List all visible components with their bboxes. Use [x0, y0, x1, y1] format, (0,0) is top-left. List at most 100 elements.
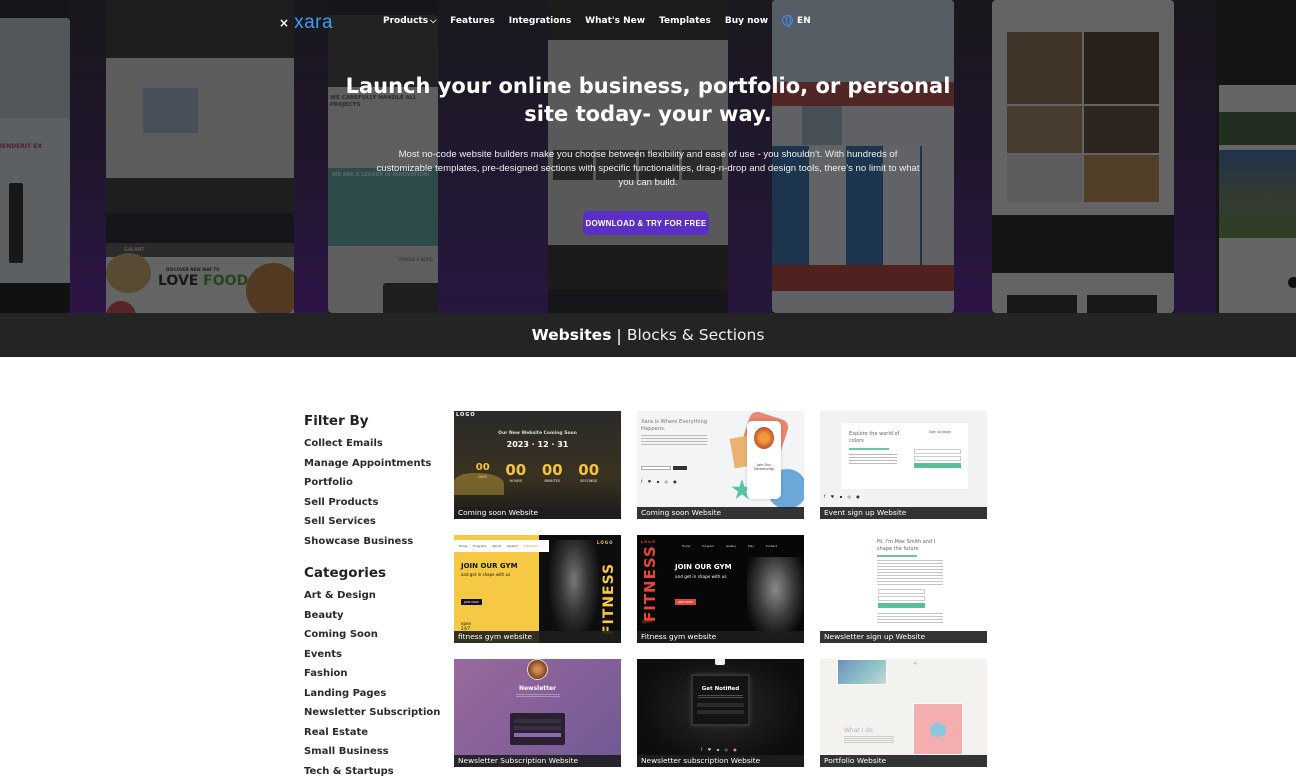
template-card[interactable]: Join Our Community Xara is Where Everyth…: [637, 411, 804, 519]
thumb-open: open 24/7: [461, 621, 471, 631]
thumb-logo: LOGO: [641, 540, 656, 544]
thumb-nav: Home Programs About Contact JOIN NOW: [454, 540, 549, 552]
thumb-heading: Our New Website Coming Soon: [498, 431, 577, 436]
nav-templates[interactable]: Templates: [659, 16, 711, 26]
template-thumbnail: LOGO Home Program Gallery Plan Contact FITNE…: [637, 535, 804, 643]
nav-products[interactable]: Products ⌵: [383, 16, 436, 26]
template-type-tabs: Websites | Blocks & Sections: [0, 313, 1296, 357]
template-card-label: Fitness gym website: [637, 631, 804, 643]
thumb-card-text: Join Our Community: [753, 463, 775, 471]
category-beauty[interactable]: Beauty: [304, 606, 444, 626]
nav-integrations[interactable]: Integrations: [509, 16, 571, 26]
language-label: EN: [797, 15, 811, 26]
thumb-button: JOIN NOW: [675, 599, 696, 605]
thumb-logo: LOGO: [597, 540, 614, 545]
template-card[interactable]: Newsletter Newsletter Subscription Websi…: [454, 659, 621, 767]
category-events[interactable]: Events: [304, 645, 444, 665]
download-try-free-button[interactable]: DOWNLOAD & TRY FOR FREE: [583, 211, 709, 235]
template-card[interactable]: LOGO Our New Website Coming Soon 2023 · …: [454, 411, 621, 519]
categories-heading: Categories: [304, 565, 387, 581]
category-small-business[interactable]: Small Business: [304, 742, 444, 762]
category-newsletter-subscription[interactable]: Newsletter Subscription: [304, 703, 444, 723]
template-thumbnail: Explore the world of colors Sign up toda…: [820, 411, 987, 519]
filter-collect-emails[interactable]: Collect Emails: [304, 434, 444, 454]
thumb-heading: Get Notified: [701, 686, 740, 692]
category-landing-pages[interactable]: Landing Pages: [304, 684, 444, 704]
thumb-sub: and get in shape with us: [461, 572, 511, 577]
category-real-estate[interactable]: Real Estate: [304, 723, 444, 743]
globe-icon: [782, 15, 794, 27]
thumb-button: JOIN NOW: [461, 599, 482, 605]
xara-logo[interactable]: × xara: [279, 12, 333, 34]
category-tech-startups[interactable]: Tech & Startups: [304, 762, 444, 782]
hero-title: Launch your online business, portfolio, …: [300, 72, 996, 128]
filter-by-heading: Filter By: [304, 413, 369, 429]
thumb-heading: JOIN OUR GYM: [675, 563, 732, 571]
template-card[interactable]: Explore the world of colors Sign up toda…: [820, 411, 987, 519]
template-thumbnail: Newsletter: [454, 659, 621, 767]
filter-showcase-business[interactable]: Showcase Business: [304, 532, 444, 552]
template-thumbnail: Hi, I'm Max Smith and I shape the future: [820, 535, 987, 643]
template-card-label: Event sign up Website: [820, 507, 987, 519]
envelope-icon: [715, 659, 725, 665]
template-thumbnail: Get Notified f ♥ ▪ ◎ ●: [637, 659, 804, 767]
thumb-side-text: FITNESS: [641, 545, 659, 622]
filter-sell-products[interactable]: Sell Products: [304, 493, 444, 513]
hero-title-line-2: site today- your way.: [524, 102, 772, 126]
template-thumbnail: ✛ What I do.: [820, 659, 987, 767]
thumb-heading: What I do.: [844, 727, 875, 734]
template-card[interactable]: ✛ What I do. Portfolio Website: [820, 659, 987, 767]
filter-manage-appointments[interactable]: Manage Appointments: [304, 454, 444, 474]
thumb-heading: Hi, I'm Max Smith and I shape the future: [877, 539, 936, 552]
thumb-heading: Explore the world of colors: [849, 431, 900, 444]
thumb-sub: and get in shape with us: [675, 574, 727, 579]
nav-products-label: Products: [383, 15, 429, 26]
template-thumbnail: Home Programs About Contact JOIN NOW JOIN OU…: [454, 535, 621, 643]
thumb-heading: Xara is Where Everything Happens.: [641, 419, 708, 432]
template-card-label: Newsletter Subscription Website: [454, 755, 621, 767]
thumb-date: 2023 · 12 · 31: [506, 440, 569, 449]
countdown-hours: 00 HOURS: [505, 461, 527, 483]
tab-blocks-sections[interactable]: Blocks & Sections: [627, 326, 765, 344]
thumb-side-text: FITNESS: [601, 562, 617, 635]
tab-separator: |: [616, 325, 622, 345]
filter-sidebar: Filter By Collect Emails Manage Appointm…: [304, 413, 444, 781]
hero-description: Most no-code website builders make you c…: [376, 149, 920, 188]
thumb-nav: Home Program Gallery Plan Contact: [682, 544, 777, 548]
nav-features[interactable]: Features: [450, 16, 495, 26]
xara-logo-icon: ×: [279, 16, 290, 30]
category-art-design[interactable]: Art & Design: [304, 586, 444, 606]
xara-logo-text: xara: [294, 12, 334, 33]
category-coming-soon[interactable]: Coming Soon: [304, 625, 444, 645]
hero-section: HENDERIT EX GALANT DISCOVER NEW WAY TO L…: [0, 0, 1296, 313]
template-card[interactable]: Hi, I'm Max Smith and I shape the future…: [820, 535, 987, 643]
thumb-form-title: Sign up today: [928, 430, 952, 434]
top-navbar: × xara Products ⌵ Features Integrations W…: [0, 0, 1296, 44]
filter-sell-services[interactable]: Sell Services: [304, 512, 444, 532]
template-card[interactable]: Home Programs About Contact JOIN NOW JOIN OU…: [454, 535, 621, 643]
countdown-seconds: 00 SECONDS: [578, 461, 600, 483]
template-thumbnail: Join Our Community Xara is Where Everyth…: [637, 411, 804, 519]
hero-title-line-1: Launch your online business, portfolio, …: [345, 74, 951, 98]
thumb-logo: LOGO: [456, 412, 476, 418]
chevron-down-icon: ⌵: [430, 15, 437, 25]
template-card[interactable]: LOGO Home Program Gallery Plan Contact FITNE…: [637, 535, 804, 643]
template-card-label: fitness gym website: [454, 631, 621, 643]
template-card-label: Portfolio Website: [820, 755, 987, 767]
thumb-heading: Newsletter: [518, 685, 557, 692]
template-card-label: Newsletter sign up Website: [820, 631, 987, 643]
filter-portfolio[interactable]: Portfolio: [304, 473, 444, 493]
nav-whats-new[interactable]: What's New: [585, 16, 645, 26]
template-card[interactable]: Get Notified f ♥ ▪ ◎ ● Newsletter subscr…: [637, 659, 804, 767]
nav-links: Products ⌵ Features Integrations What's N…: [383, 15, 811, 27]
template-card-label: Coming soon Website: [637, 507, 804, 519]
thumb-heading: JOIN OUR GYM: [461, 562, 518, 570]
language-selector[interactable]: EN: [782, 15, 811, 27]
tab-websites[interactable]: Websites: [532, 326, 612, 344]
thumb-open: open: [642, 619, 652, 624]
template-thumbnail: LOGO Our New Website Coming Soon 2023 · …: [454, 411, 621, 519]
template-card-label: Newsletter subscription Website: [637, 755, 804, 767]
category-fashion[interactable]: Fashion: [304, 664, 444, 684]
nav-buy-now[interactable]: Buy now: [725, 16, 768, 26]
countdown-minutes: 00 MINUTES: [541, 461, 563, 483]
